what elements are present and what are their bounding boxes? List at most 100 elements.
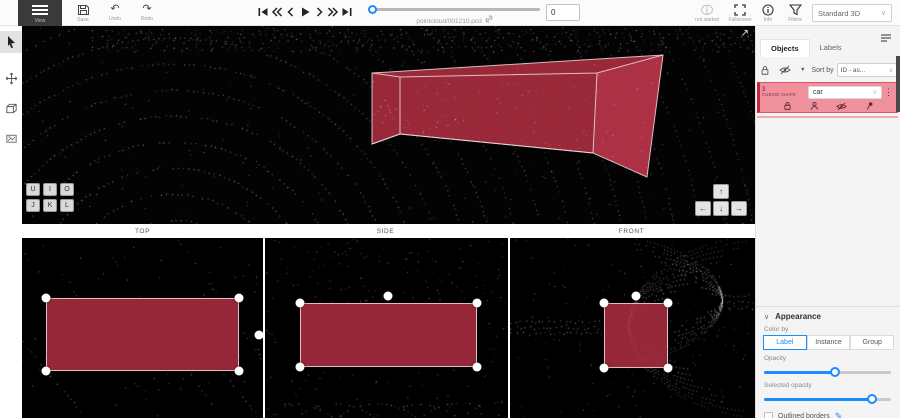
move-tool-button[interactable] (0, 67, 22, 89)
timeline-track[interactable] (372, 8, 540, 11)
color-by-group-option[interactable]: Group (850, 335, 894, 350)
slider-knob[interactable] (867, 394, 877, 404)
info-icon (762, 4, 774, 16)
panel-scrollbar[interactable] (896, 56, 900, 112)
fast-forward-icon (327, 6, 339, 18)
next-frame-button[interactable] (312, 2, 325, 22)
tab-objects[interactable]: Objects (760, 39, 810, 57)
opacity-slider[interactable] (764, 368, 891, 377)
lock-all-button[interactable] (760, 65, 770, 76)
filename-row: pointcloud/001210.pcd (366, 14, 544, 25)
play-button[interactable] (298, 2, 311, 22)
save-button[interactable]: Save (68, 1, 98, 25)
color-by-label-option[interactable]: Label (763, 335, 807, 350)
hotkey-o[interactable]: O (60, 183, 74, 196)
fullscreen-button[interactable]: Fullscreen (724, 1, 756, 25)
resize-handle[interactable] (42, 294, 51, 303)
chevron-down-icon: ∨ (764, 313, 769, 321)
skip-to-end-button[interactable] (340, 2, 353, 22)
hide-all-button[interactable] (779, 65, 791, 75)
fast-backward-button[interactable] (270, 2, 283, 22)
fast-backward-icon (271, 6, 283, 18)
filters-button[interactable]: Filters (780, 1, 810, 25)
object-menu-button[interactable]: ⋮ (882, 87, 895, 98)
sort-select[interactable]: ID - as... ∨ (837, 63, 897, 77)
filename-label: pointcloud/001210.pcd (416, 18, 481, 25)
panel-toggle-button[interactable] (880, 30, 892, 48)
top-view-annotation-rect[interactable] (46, 298, 239, 371)
front-view-annotation-rect[interactable] (604, 303, 668, 368)
ai-status-button[interactable]: not started (690, 1, 724, 25)
select-tool-button[interactable] (0, 31, 22, 53)
resize-handle[interactable] (664, 364, 673, 373)
resize-handle[interactable] (296, 299, 305, 308)
resize-handle[interactable] (235, 367, 244, 376)
resize-handle[interactable] (600, 364, 609, 373)
frame-timeline: pointcloud/001210.pcd (366, 0, 544, 26)
rotate-handle[interactable] (632, 292, 641, 301)
hotkey-k[interactable]: K (43, 199, 57, 212)
object-class-select[interactable]: car ∨ (808, 86, 882, 99)
tab-labels[interactable]: Labels (810, 39, 852, 57)
brain-icon (700, 4, 714, 16)
object-row-selected[interactable]: 3 CUBOID SHAPE car ∨ ⋮ (757, 82, 898, 113)
hotkey-j[interactable]: J (26, 199, 40, 212)
object-visibility-button[interactable] (836, 102, 847, 111)
rotate-handle[interactable] (255, 331, 264, 340)
rotate-handle[interactable] (384, 292, 393, 301)
appearance-header[interactable]: ∨ Appearance (756, 307, 900, 321)
hotkey-u[interactable]: U (26, 183, 40, 196)
resize-handle[interactable] (473, 299, 482, 308)
front-view-panel[interactable] (510, 238, 755, 418)
fast-forward-button[interactable] (326, 2, 339, 22)
resize-handle[interactable] (600, 299, 609, 308)
nav-up-button[interactable]: ↑ (713, 184, 729, 199)
object-row-shadow (757, 116, 898, 118)
undo-button[interactable]: ↶ Undo (100, 1, 130, 25)
skip-to-start-button[interactable] (256, 2, 269, 22)
outlined-borders-label: Outlined borders (778, 413, 830, 418)
object-lock-button[interactable] (783, 101, 792, 111)
object-author-button[interactable] (810, 101, 819, 111)
main-3d-viewport[interactable]: ↗ U I O J K L ↑ ← ↓ → (22, 26, 755, 224)
layout-mode-select[interactable]: Standard 3D ∨ (812, 4, 892, 22)
cuboid-tool-button[interactable] (0, 97, 22, 119)
slider-knob[interactable] (830, 367, 840, 377)
undo-label: Undo (109, 16, 121, 22)
skip-start-icon (257, 6, 269, 18)
resize-handle[interactable] (296, 363, 305, 372)
side-view-annotation-rect[interactable] (300, 303, 477, 367)
hotkey-i[interactable]: I (43, 183, 57, 196)
nav-down-button[interactable]: ↓ (713, 201, 729, 216)
pencil-icon[interactable]: ✎ (835, 411, 843, 418)
resize-handle[interactable] (664, 299, 673, 308)
resize-handle[interactable] (42, 367, 51, 376)
undo-icon: ↶ (110, 4, 119, 15)
ai-status-label: not started (695, 17, 719, 23)
save-label: Save (77, 17, 88, 23)
resize-handle[interactable] (235, 294, 244, 303)
expand-view-icon[interactable]: ↗ (741, 28, 749, 39)
nav-left-button[interactable]: ← (695, 201, 711, 216)
object-pin-button[interactable] (865, 101, 874, 111)
resize-handle[interactable] (473, 363, 482, 372)
frame-number-input[interactable] (546, 4, 580, 21)
hotkey-l[interactable]: L (60, 199, 74, 212)
nav-right-button[interactable]: → (731, 201, 747, 216)
info-button[interactable]: Info (754, 1, 782, 25)
color-by-instance-option[interactable]: Instance (807, 335, 851, 350)
selected-opacity-slider[interactable] (764, 395, 891, 404)
main-menu-button[interactable]: View (18, 0, 62, 26)
frame-select-tool-button[interactable] (0, 127, 22, 149)
previous-frame-button[interactable] (284, 2, 297, 22)
top-view-panel[interactable] (22, 238, 263, 418)
top-toolbar: View Save ↶ Undo ↷ Redo (0, 0, 900, 26)
link-icon[interactable] (484, 14, 494, 24)
cuboid-annotation-3d[interactable] (22, 26, 755, 224)
redo-button[interactable]: ↷ Redo (132, 1, 162, 25)
side-view-panel[interactable] (265, 238, 508, 418)
hamburger-icon (32, 3, 48, 17)
collapse-all-icon[interactable]: ▼ (800, 67, 805, 73)
timeline-knob[interactable] (368, 5, 377, 14)
outlined-borders-checkbox[interactable] (764, 412, 773, 418)
